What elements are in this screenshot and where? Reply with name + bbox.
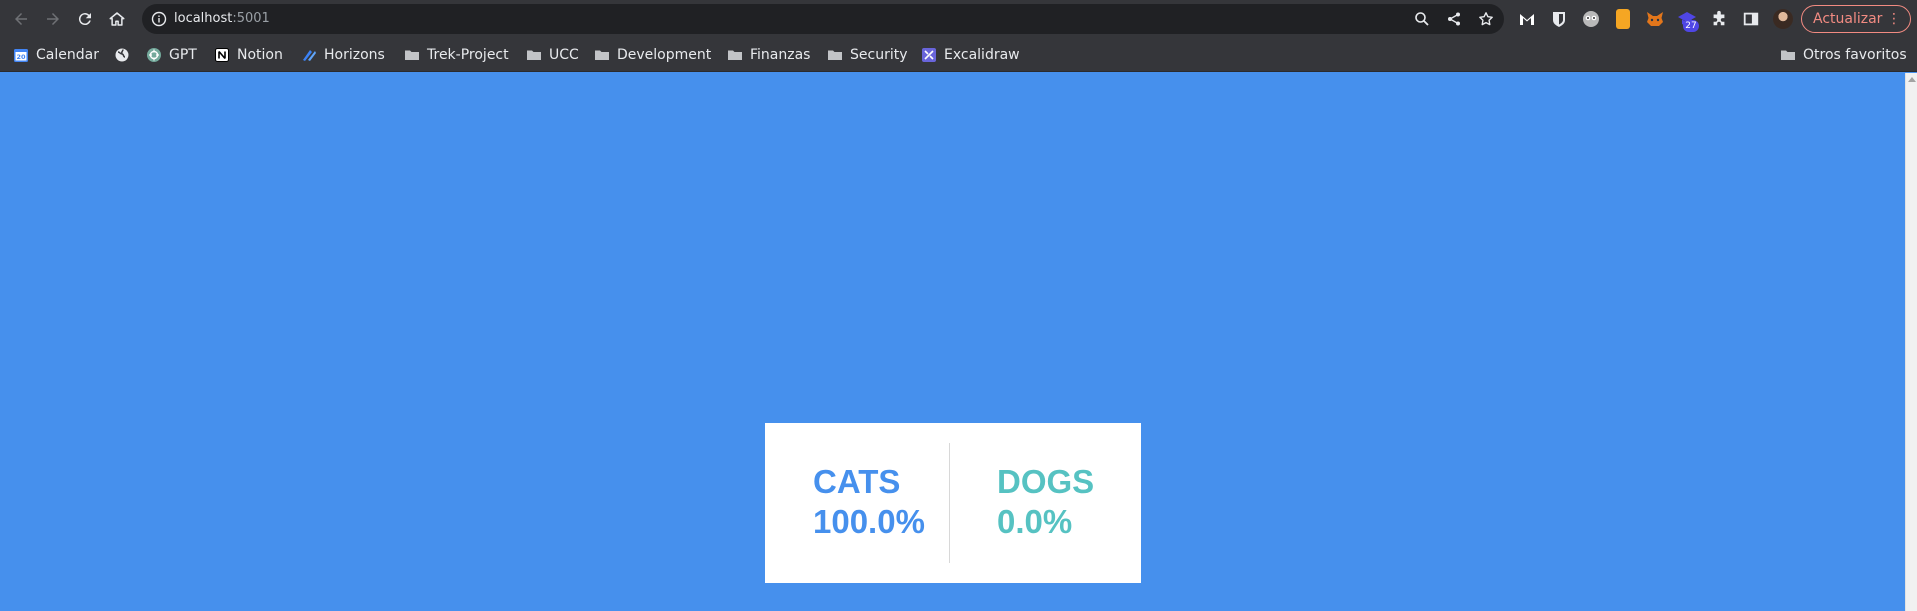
folder-icon: [827, 47, 843, 63]
folder-icon: [404, 47, 420, 63]
metamask-extension-icon[interactable]: [1645, 9, 1665, 29]
browser-toolbar: localhost:5001 27 Actualizar ⋮: [0, 0, 1917, 38]
calendar-icon: 20: [13, 47, 29, 63]
other-bookmarks-folder[interactable]: Otros favoritos: [1780, 45, 1907, 65]
dogs-label: DOGS: [997, 463, 1095, 500]
results-divider: [949, 443, 950, 563]
other-bookmarks-label: Otros favoritos: [1803, 47, 1907, 63]
back-button[interactable]: [9, 7, 33, 31]
side-panel-icon[interactable]: [1741, 9, 1761, 29]
url-host: localhost: [174, 11, 233, 26]
excalidraw-icon: [921, 47, 937, 63]
vertical-scrollbar[interactable]: [1905, 73, 1917, 611]
bookmark-horizons[interactable]: Horizons: [301, 45, 385, 65]
vote-results-card: CATS 100.0% DOGS 0.0%: [765, 423, 1141, 583]
bookmark-development[interactable]: Development: [594, 45, 711, 65]
folder-icon: [727, 47, 743, 63]
address-bar[interactable]: localhost:5001: [142, 4, 1504, 34]
eyes-extension-icon[interactable]: [1581, 9, 1601, 29]
bookmark-label: GPT: [169, 47, 197, 63]
bookmark-trek-project[interactable]: Trek-Project: [404, 45, 509, 65]
bookmark-label: Development: [617, 47, 712, 63]
svg-text:20: 20: [16, 53, 26, 61]
url-text[interactable]: localhost:5001: [174, 11, 270, 27]
bookmark-label: Calendar: [36, 47, 99, 63]
horizons-icon: [301, 47, 317, 63]
bookmark-label: Excalidraw: [944, 47, 1020, 63]
cats-result: CATS 100.0%: [813, 462, 925, 542]
bookmark-label: Notion: [237, 47, 283, 63]
folder-icon: [1780, 47, 1796, 63]
bookmark-finanzas[interactable]: Finanzas: [727, 45, 810, 65]
bookmark-notion[interactable]: Notion: [214, 45, 283, 65]
bookmark-calendar[interactable]: 20 Calendar: [13, 45, 99, 65]
zoom-icon[interactable]: [1414, 11, 1430, 27]
extension-badge: 27: [1683, 20, 1699, 32]
forward-button[interactable]: [41, 7, 65, 31]
update-button-label: Actualizar: [1813, 11, 1883, 27]
share-icon[interactable]: [1446, 11, 1462, 27]
bookmark-label: UCC: [549, 47, 579, 63]
dogs-result: DOGS 0.0%: [997, 462, 1094, 542]
cats-percent: 100.0%: [813, 503, 925, 540]
reload-button[interactable]: [73, 7, 97, 31]
star-icon[interactable]: [1478, 11, 1494, 27]
dogs-percent: 0.0%: [997, 503, 1073, 540]
scroll-up-arrow-icon[interactable]: [1908, 77, 1916, 82]
site-info-icon[interactable]: [151, 11, 167, 27]
openai-icon: [146, 47, 162, 63]
bookmark-security[interactable]: Security: [827, 45, 908, 65]
extensions-puzzle-icon[interactable]: [1709, 9, 1729, 29]
arrow-right-icon: [47, 13, 59, 25]
bookmark-label: Trek-Project: [427, 47, 509, 63]
bookmark-globe[interactable]: [114, 45, 137, 65]
bitwarden-extension-icon[interactable]: [1549, 9, 1569, 29]
bookmark-label: Horizons: [324, 47, 385, 63]
globe-icon: [114, 47, 130, 63]
bookmarks-bar: 20 Calendar GPT Notion Horizons Trek-Pro…: [0, 38, 1917, 72]
bookmark-ucc[interactable]: UCC: [526, 45, 579, 65]
malwarebytes-extension-icon[interactable]: [1517, 9, 1537, 29]
bookmark-extension-icon[interactable]: [1616, 9, 1630, 29]
home-icon: [109, 12, 125, 26]
folder-icon: [594, 47, 610, 63]
arrow-left-icon: [15, 13, 27, 25]
bookmark-excalidraw[interactable]: Excalidraw: [921, 45, 1020, 65]
profile-avatar[interactable]: [1773, 9, 1793, 29]
reload-icon: [78, 13, 91, 26]
bookmark-label: Security: [850, 47, 908, 63]
url-port: :5001: [232, 11, 270, 26]
home-button[interactable]: [105, 7, 129, 31]
update-button[interactable]: Actualizar ⋮: [1801, 5, 1911, 33]
bookmark-gpt[interactable]: GPT: [146, 45, 197, 65]
cats-label: CATS: [813, 463, 901, 500]
more-menu-icon[interactable]: ⋮: [1887, 6, 1901, 32]
notion-icon: [214, 47, 230, 63]
bookmark-label: Finanzas: [750, 47, 811, 63]
folder-icon: [526, 47, 542, 63]
